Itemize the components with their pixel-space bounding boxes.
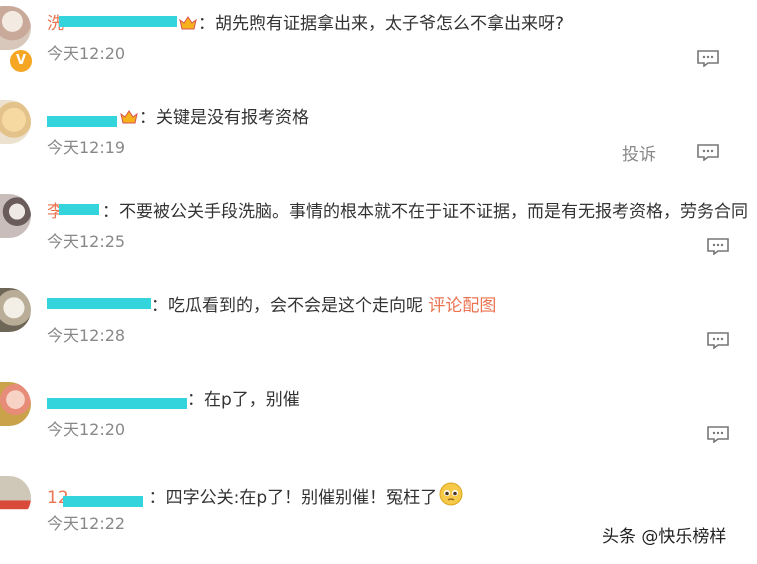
comment-image-link[interactable]: 评论配图 [428, 296, 496, 316]
redaction-mask [47, 298, 151, 309]
comment-item: ：关键是没有报考资格 今天12:19 投诉 [0, 94, 757, 188]
colon: ： [187, 390, 204, 410]
avatar[interactable] [0, 476, 31, 520]
comment-item: ：吃瓜看到的，会不会是这个走向呢 评论配图 今天12:28 [0, 282, 757, 376]
reply-icon[interactable] [697, 50, 719, 67]
comment-author[interactable] [47, 388, 187, 412]
redaction-mask [59, 204, 99, 215]
comment-text: 不要被公关手段洗脑。事情的根本就不在于证不证据，而是有无报考资格，劳务合同 [119, 202, 748, 222]
comment-time: 今天12:20 [47, 44, 126, 63]
avatar[interactable] [0, 382, 31, 426]
reply-icon[interactable] [697, 144, 719, 161]
comment-time: 今天12:20 [47, 420, 126, 439]
comment-text: 在p了，别催 [204, 390, 300, 410]
comment-line: 洗 ：胡先煦有证据拿出来，太子爷怎么不拿出来呀? [47, 12, 564, 36]
report-link[interactable]: 投诉 [622, 140, 656, 165]
comment-time: 今天12:19 [47, 138, 126, 157]
redaction-mask [59, 16, 177, 27]
avatar[interactable] [0, 288, 31, 332]
reply-icon[interactable] [707, 426, 729, 443]
reply-icon[interactable] [707, 238, 729, 255]
colon: ： [198, 14, 215, 34]
verified-v-icon: V [8, 48, 34, 74]
avatar[interactable] [0, 100, 31, 144]
comment-line: 12 ：四字公关:在p了！别催别催！冤枉了 [47, 482, 463, 510]
colon: ： [102, 202, 119, 222]
comment-text: 吃瓜看到的，会不会是这个走向呢 [168, 296, 423, 316]
comment-text: 关键是没有报考资格 [156, 108, 309, 128]
watermark: 头条 @快乐榜样 [602, 527, 727, 547]
colon: ： [139, 108, 156, 128]
crown-badge-icon [120, 110, 138, 124]
comment-item: ：在p了，别催 今天12:20 [0, 376, 757, 470]
redaction-mask [63, 496, 143, 507]
comment-author[interactable]: 洗 [47, 12, 177, 36]
pleading-face-emoji [439, 482, 463, 506]
comment-author[interactable]: 李 [47, 200, 102, 224]
comment-author[interactable] [47, 294, 151, 318]
comment-item: V 洗 ：胡先煦有证据拿出来，太子爷怎么不拿出来呀? 今天12:20 [0, 0, 757, 94]
reply-icon[interactable] [707, 332, 729, 349]
comment-author[interactable]: 12 [47, 486, 149, 510]
comment-text: 四字公关:在p了！别催别催！冤枉了 [165, 488, 438, 508]
comment-line: ：关键是没有报考资格 [47, 106, 309, 130]
comment-item: 12 ：四字公关:在p了！别催别催！冤枉了 今天12:22 [0, 470, 757, 564]
avatar[interactable] [0, 6, 31, 50]
comment-text: 胡先煦有证据拿出来，太子爷怎么不拿出来呀? [215, 14, 565, 34]
comment-line: ：在p了，别催 [47, 388, 300, 412]
crown-badge-icon [179, 16, 197, 30]
colon: ： [151, 296, 168, 316]
comment-time: 今天12:28 [47, 326, 126, 345]
redaction-mask [47, 398, 187, 409]
colon: ： [148, 488, 166, 508]
avatar[interactable] [0, 194, 31, 238]
comment-author[interactable] [47, 106, 117, 130]
comment-line: ：吃瓜看到的，会不会是这个走向呢 评论配图 [47, 294, 496, 318]
comment-time: 今天12:22 [47, 514, 126, 533]
comment-item: 李：不要被公关手段洗脑。事情的根本就不在于证不证据，而是有无报考资格，劳务合同 … [0, 188, 757, 282]
redaction-mask [47, 116, 117, 127]
comment-time: 今天12:25 [47, 232, 126, 251]
comment-line: 李：不要被公关手段洗脑。事情的根本就不在于证不证据，而是有无报考资格，劳务合同 [47, 200, 748, 224]
